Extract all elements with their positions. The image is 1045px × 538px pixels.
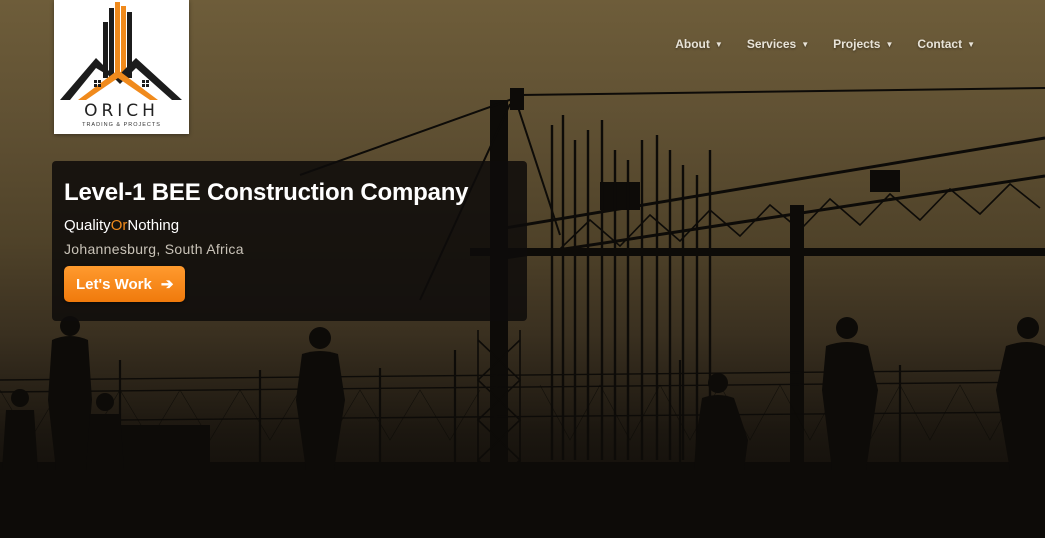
logo-subtitle: TRADING & PROJECTS [82,122,161,128]
tagline-or: Or [110,217,128,234]
nav-item-projects[interactable]: Projects ▼ [821,37,905,51]
hero-card: Level-1 BEE Construction Company Quality… [52,161,527,321]
logo-building-icon [60,2,182,100]
caret-down-icon: ▼ [801,39,810,49]
cta-label: Let's Work [76,275,152,293]
arrow-right-icon: ➔ [160,276,174,293]
lets-work-button[interactable]: Let's Work ➔ [64,266,186,302]
hero-headline: Level-1 BEE Construction Company [64,179,469,206]
nav-item-label: Contact [917,37,963,51]
main-nav: About ▼ Services ▼ Projects ▼ Contact ▼ [663,37,987,51]
nav-item-about[interactable]: About ▼ [663,37,735,51]
nav-item-services[interactable]: Services ▼ [735,37,821,51]
caret-down-icon: ▼ [714,39,723,49]
caret-down-icon: ▼ [885,39,894,49]
nav-item-label: Projects [833,37,881,51]
nav-item-label: About [675,37,710,51]
tagline-quality: Quality [64,217,111,234]
tagline-nothing: Nothing [127,217,180,234]
nav-item-contact[interactable]: Contact ▼ [905,37,987,51]
brand-logo[interactable]: ORICH TRADING & PROJECTS [54,0,189,134]
nav-item-label: Services [746,37,797,51]
hero-location: Johannesburg, South Africa [64,241,244,257]
logo-wordmark: ORICH [84,101,159,121]
caret-down-icon: ▼ [967,39,975,49]
hero-tagline: QualityOrNothing [64,217,179,234]
hero-section: ORICH TRADING & PROJECTS About ▼ Service… [0,0,1045,538]
